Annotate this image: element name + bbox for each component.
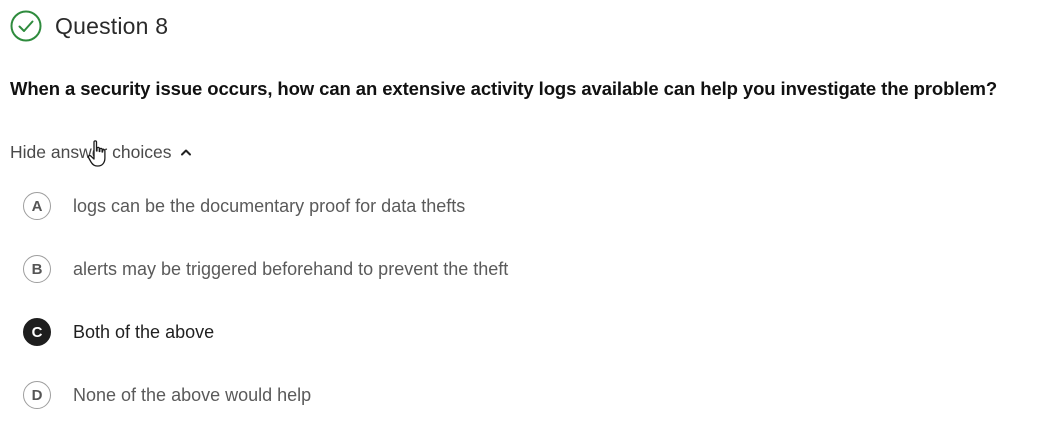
choice-letter-badge: D bbox=[23, 381, 51, 409]
choice-text: None of the above would help bbox=[73, 384, 312, 405]
choice-letter-badge: B bbox=[23, 255, 51, 283]
choice-text: Both of the above bbox=[73, 321, 215, 342]
question-header: Question 8 bbox=[10, 9, 168, 43]
choice-letter-badge: A bbox=[23, 192, 51, 220]
choice-letter-badge-selected: C bbox=[23, 318, 51, 346]
choice-text: alerts may be triggered beforehand to pr… bbox=[73, 258, 509, 279]
question-prompt: When a security issue occurs, how can an… bbox=[10, 78, 998, 99]
toggle-label: Hide answer choices bbox=[10, 141, 172, 162]
hide-answer-choices-toggle[interactable]: Hide answer choices bbox=[10, 140, 192, 164]
check-circle-icon bbox=[10, 10, 42, 42]
chevron-up-icon bbox=[181, 149, 192, 156]
choice-b[interactable]: B alerts may be triggered beforehand to … bbox=[23, 253, 508, 285]
choice-a[interactable]: A logs can be the documentary proof for … bbox=[23, 190, 465, 222]
choice-c-selected[interactable]: C Both of the above bbox=[23, 316, 214, 348]
question-title: Question 8 bbox=[55, 12, 169, 39]
choice-d[interactable]: D None of the above would help bbox=[23, 379, 311, 411]
choice-text: logs can be the documentary proof for da… bbox=[73, 195, 466, 216]
